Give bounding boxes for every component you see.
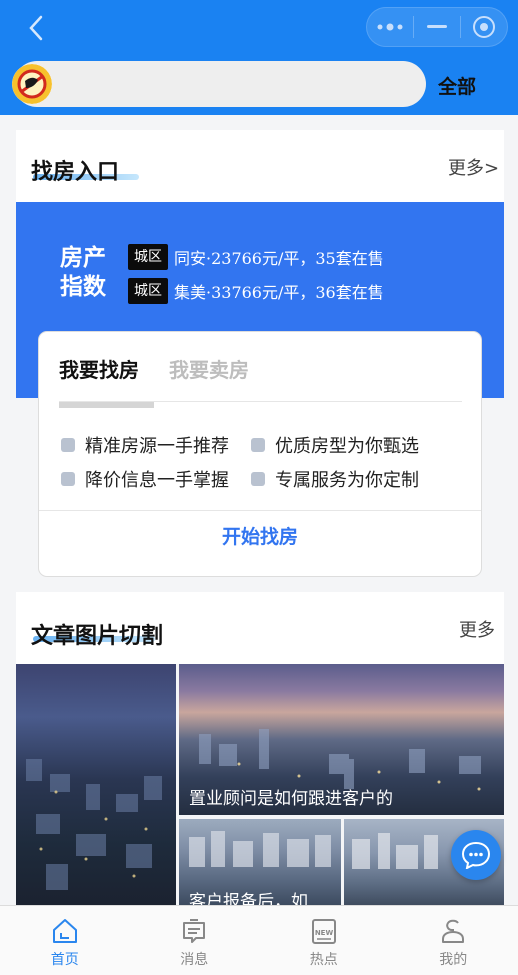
article-caption: 客户报备后，如 xyxy=(189,892,308,905)
home-icon xyxy=(50,916,80,946)
article-caption: 置业顾问是如何跟进客户的 xyxy=(189,789,393,809)
tab-sell-house[interactable]: 我要卖房 xyxy=(169,354,249,383)
brand-logo xyxy=(12,64,52,104)
feature-item: 降价信息一手掌握 xyxy=(61,466,229,492)
tab-label: 消息 xyxy=(180,952,209,968)
bottom-tab-bar: 首页 消息 NEW 热点 我的 xyxy=(0,905,518,975)
tab-label: 我的 xyxy=(439,952,468,968)
start-search-button[interactable]: 开始找房 xyxy=(39,522,481,549)
tab-find-house[interactable]: 我要找房 xyxy=(59,354,139,383)
card-divider xyxy=(39,510,481,511)
articles-header: 文章图片切割 更多 xyxy=(16,592,504,664)
profile-icon xyxy=(438,916,468,946)
feature-item: 精准房源一手推荐 xyxy=(61,432,229,458)
search-input[interactable] xyxy=(60,61,410,107)
price-index-row[interactable]: 城区 集美·33766元/平，36套在售 xyxy=(128,278,384,304)
section-title: 找房入口 xyxy=(31,160,120,185)
feature-item: 专属服务为你定制 xyxy=(251,466,419,492)
news-icon: NEW xyxy=(309,916,339,946)
article-image-2[interactable]: 置业顾问是如何跟进客户的 xyxy=(179,664,504,815)
section-title: 文章图片切割 xyxy=(31,624,164,649)
tab-messages[interactable]: 消息 xyxy=(130,906,260,975)
price-index-text: 同安·23766元/平，35套在售 xyxy=(174,249,384,268)
tab-profile[interactable]: 我的 xyxy=(389,906,518,975)
price-down-icon xyxy=(61,472,75,486)
chat-bubble-icon xyxy=(461,841,491,869)
article-image-1[interactable] xyxy=(16,664,176,905)
article-image-3[interactable]: 客户报备后，如 xyxy=(179,819,341,905)
top-header: 全部 xyxy=(0,0,518,115)
tab-hotspot[interactable]: NEW 热点 xyxy=(259,906,389,975)
message-icon xyxy=(179,916,209,946)
more-link[interactable]: 更多> xyxy=(448,154,499,180)
tab-label: 热点 xyxy=(309,952,338,968)
trophy-icon xyxy=(251,438,265,452)
mini-program-capsule xyxy=(366,7,508,47)
price-index-row[interactable]: 城区 同安·23766元/平，35套在售 xyxy=(128,244,384,270)
find-house-card: 我要找房 我要卖房 精准房源一手推荐 优质房型为你甄选 降价信息一手掌握 专属服… xyxy=(38,331,482,577)
service-icon xyxy=(251,472,265,486)
search-bar[interactable] xyxy=(14,61,426,107)
thumb-up-icon xyxy=(61,438,75,452)
district-tag: 城区 xyxy=(128,278,168,304)
tab-indicator xyxy=(59,402,154,408)
price-index-text: 集美·33766元/平，36套在售 xyxy=(174,283,384,302)
svg-text:NEW: NEW xyxy=(315,929,334,937)
price-index-title: 房产 指数 xyxy=(60,245,106,300)
minimize-icon[interactable] xyxy=(414,8,460,46)
back-icon[interactable] xyxy=(22,12,50,44)
more-link[interactable]: 更多 xyxy=(459,616,495,642)
more-dots-icon[interactable] xyxy=(367,8,413,46)
tab-label: 首页 xyxy=(50,952,79,968)
close-target-icon[interactable] xyxy=(461,8,507,46)
district-tag: 城区 xyxy=(128,244,168,270)
all-filter-button[interactable]: 全部 xyxy=(438,72,476,99)
tab-home[interactable]: 首页 xyxy=(0,906,130,975)
find-entry-header: 找房入口 更多> xyxy=(16,130,504,202)
chat-service-button[interactable] xyxy=(451,830,501,880)
feature-item: 优质房型为你甄选 xyxy=(251,432,419,458)
